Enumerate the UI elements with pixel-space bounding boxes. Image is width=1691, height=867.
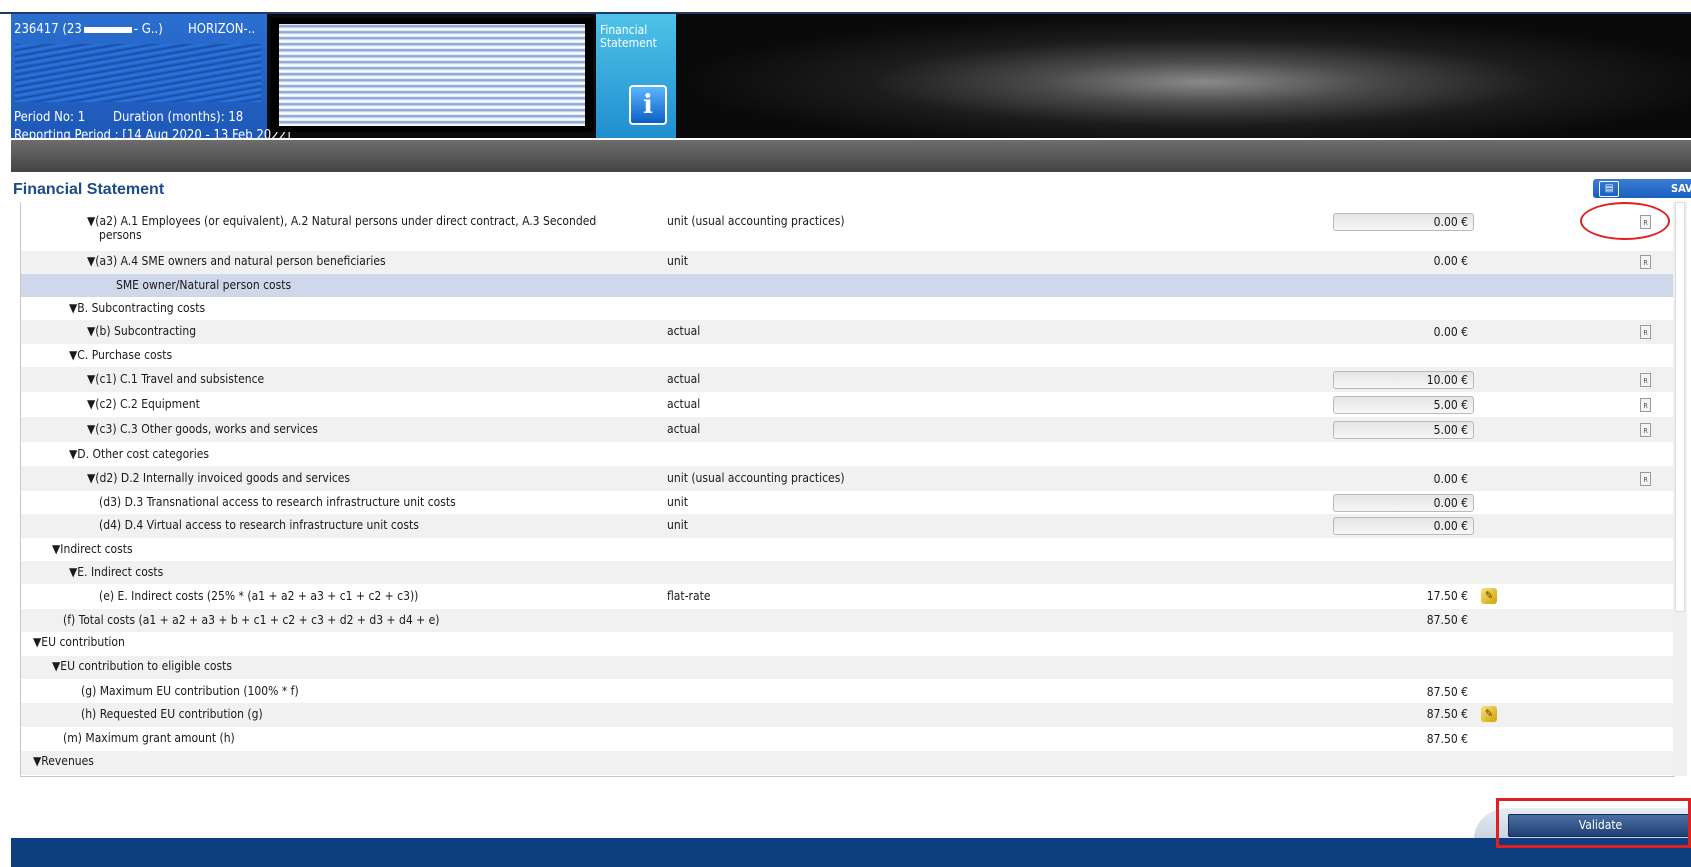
amount-value: 0.00 €	[1433, 254, 1468, 268]
amount-input[interactable]: 5.00 €	[1333, 396, 1474, 414]
scrollbar-thumb[interactable]	[1675, 202, 1685, 612]
table-row: (d4) D.4 Virtual access to research infr…	[21, 514, 1674, 538]
redacted-text	[279, 24, 585, 126]
project-header: 236417 (23- G..) HORIZON-.. Period No: 1…	[11, 14, 1691, 143]
table-row: (g) Maximum EU contribution (100% * f) 8…	[21, 679, 1674, 703]
document-icon[interactable]: R	[1640, 423, 1651, 437]
project-id: 236417 (23- G..)	[14, 22, 163, 37]
tab-financial-statement[interactable]: Financial Statement i	[596, 14, 676, 138]
table-row: ▼(c1) C.1 Travel and subsistence actual …	[21, 367, 1674, 392]
footer-bar	[11, 838, 1691, 867]
table-row: (m) Maximum grant amount (h) 87.50 €	[21, 727, 1674, 751]
amount-value: 87.50 €	[1426, 732, 1468, 746]
save-button[interactable]: ▤ SAV	[1593, 179, 1691, 198]
table-row: SME owner/Natural person costs	[21, 274, 1674, 297]
save-icon: ▤	[1599, 181, 1619, 197]
amount-value: 0.00 €	[1433, 472, 1468, 486]
amount-input[interactable]: 0.00 €	[1333, 494, 1474, 512]
table-row: ▼(a3) A.4 SME owners and natural person …	[21, 251, 1674, 274]
redacted-beneficiary-box	[271, 18, 593, 132]
project-info-box[interactable]: 236417 (23- G..) HORIZON-.. Period No: 1…	[11, 14, 291, 143]
edit-pencil-icon[interactable]: ✎	[1481, 588, 1497, 604]
table-row: ▼(c3) C.3 Other goods, works and service…	[21, 417, 1674, 442]
redacted-area	[15, 44, 261, 102]
duration-months: Duration (months): 18	[113, 110, 244, 125]
amount-input[interactable]: 0.00 €	[1333, 517, 1474, 535]
vertical-scrollbar[interactable]	[1673, 202, 1687, 776]
table-row: ▼EU contribution to eligible costs	[21, 656, 1674, 679]
top-strip	[0, 0, 1691, 14]
table-row: ▼Revenues	[21, 751, 1674, 775]
table-row: (d3) D.3 Transnational access to researc…	[21, 491, 1674, 514]
amount-input[interactable]: 0.00 €	[1333, 213, 1474, 231]
amount-value: 87.50 €	[1426, 685, 1468, 699]
table-row: ▼E. Indirect costs	[21, 561, 1674, 584]
table-row: ▼(d2) D.2 Internally invoiced goods and …	[21, 466, 1674, 491]
document-icon[interactable]: R	[1640, 398, 1651, 412]
table-row: ▼(a2) A.1 Employees (or equivalent), A.2…	[21, 202, 1674, 242]
header-banner-image	[678, 14, 1691, 138]
page-title: Financial Statement	[13, 181, 165, 198]
document-icon[interactable]: R	[1640, 472, 1651, 486]
table-row: (e) E. Indirect costs (25% * (a1 + a2 + …	[21, 584, 1674, 609]
table-row: (h) Requested EU contribution (g) 87.50 …	[21, 703, 1674, 727]
redaction-mark	[83, 26, 132, 33]
period-number: Period No: 1	[14, 110, 86, 125]
financial-statement-table: ▼(a2) A.1 Employees (or equivalent), A.2…	[20, 202, 1675, 777]
amount-value: 17.50 €	[1426, 589, 1468, 603]
toolbar	[11, 140, 1691, 172]
table-row: ▼(b) Subcontracting actual 0.00 € R	[21, 320, 1674, 344]
programme-label: HORIZON-..	[188, 22, 256, 37]
edit-pencil-icon[interactable]: ✎	[1481, 706, 1497, 722]
tab-label: Financial Statement	[600, 23, 657, 50]
table-row: ▼EU contribution	[33, 635, 125, 649]
info-icon[interactable]: i	[629, 85, 667, 125]
amount-input[interactable]: 5.00 €	[1333, 421, 1474, 439]
table-row: (f) Total costs (a1 + a2 + a3 + b + c1 +…	[21, 609, 1674, 632]
save-label: SAV	[1671, 182, 1691, 195]
amount-value: 87.50 €	[1426, 707, 1468, 721]
table-row: ▼D. Other cost categories	[69, 447, 209, 461]
table-row: ▼(c2) C.2 Equipment actual 5.00 € R	[21, 392, 1674, 417]
table-row: ▼B. Subcontracting costs	[69, 301, 206, 315]
table-row: ▼Indirect costs	[52, 542, 133, 556]
annotation-ellipse	[1580, 202, 1670, 240]
amount-value: 0.00 €	[1433, 325, 1468, 339]
amount-input[interactable]: 10.00 €	[1333, 371, 1474, 389]
table-row: ▼C. Purchase costs	[69, 348, 173, 362]
document-icon[interactable]: R	[1640, 325, 1651, 339]
amount-value: 87.50 €	[1426, 613, 1468, 627]
document-icon[interactable]: R	[1640, 255, 1651, 269]
document-icon[interactable]: R	[1640, 373, 1651, 387]
annotation-rectangle	[1496, 798, 1691, 848]
